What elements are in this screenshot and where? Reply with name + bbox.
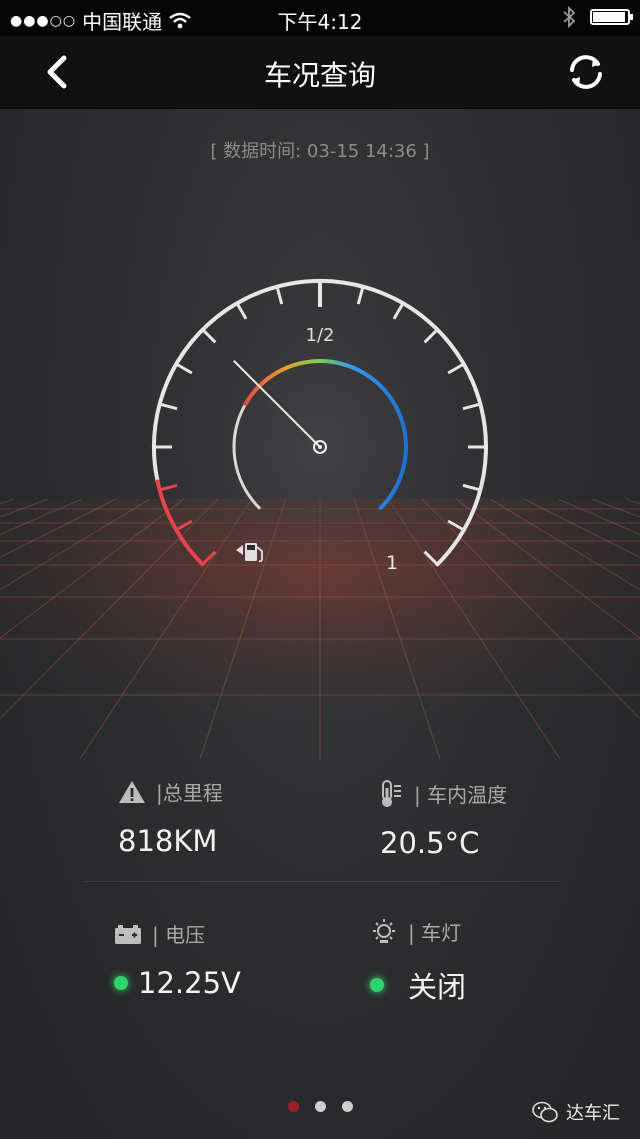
page-dot-2[interactable] bbox=[314, 1101, 326, 1112]
mileage-label: |总里程 bbox=[156, 781, 223, 805]
fuel-gauge: 1/2 1 bbox=[152, 279, 488, 589]
watermark-text: 达车汇 bbox=[566, 1103, 620, 1124]
lights-value: 关闭 bbox=[408, 970, 467, 1004]
main-content: [ 数据时间: 03-15 14:36 ] 1/2 1 |总里程 818KM |… bbox=[0, 109, 640, 1139]
mileage-value: 818KM bbox=[118, 824, 218, 858]
cabin-temp-label: | 车内温度 bbox=[414, 783, 508, 807]
refresh-button[interactable] bbox=[562, 48, 610, 96]
lights-label: | 车灯 bbox=[408, 921, 462, 945]
status-bar: ●●●○○ 中国联通 下午4:12 bbox=[0, 0, 640, 36]
voltage-label: | 电压 bbox=[152, 923, 206, 947]
wechat-icon bbox=[532, 1101, 558, 1123]
voltage-value: 12.25V bbox=[138, 966, 241, 1000]
stats-divider bbox=[84, 881, 560, 882]
status-time: 下午4:12 bbox=[277, 10, 363, 34]
bluetooth-icon bbox=[563, 6, 576, 28]
page-title: 车况查询 bbox=[263, 59, 376, 92]
cabin-temp-value: 20.5°C bbox=[380, 826, 480, 860]
thermometer-icon bbox=[382, 779, 401, 807]
stat-cabin-temp: | 车内温度 20.5°C bbox=[380, 779, 507, 860]
status-right bbox=[562, 6, 633, 28]
watermark: 达车汇 bbox=[532, 1099, 620, 1125]
warning-road-icon bbox=[119, 780, 145, 803]
gauge-label-half: 1/2 bbox=[306, 325, 335, 346]
light-bulb-icon bbox=[373, 918, 395, 943]
lights-status-led bbox=[370, 978, 384, 992]
page-dot-3[interactable] bbox=[341, 1101, 353, 1112]
gauge-label-full: 1 bbox=[386, 552, 398, 574]
battery-voltage-icon bbox=[115, 924, 141, 944]
battery-icon bbox=[590, 9, 633, 25]
data-timestamp: [ 数据时间: 03-15 14:36 ] bbox=[210, 141, 430, 162]
stat-voltage: | 电压 12.25V bbox=[114, 919, 241, 1000]
nav-bar: 车况查询 bbox=[0, 36, 640, 109]
stat-lights: | 车灯 关闭 bbox=[370, 917, 466, 1006]
voltage-status-led bbox=[114, 976, 128, 990]
page-dot-1[interactable] bbox=[287, 1101, 299, 1112]
stat-mileage: |总里程 818KM bbox=[118, 777, 223, 858]
